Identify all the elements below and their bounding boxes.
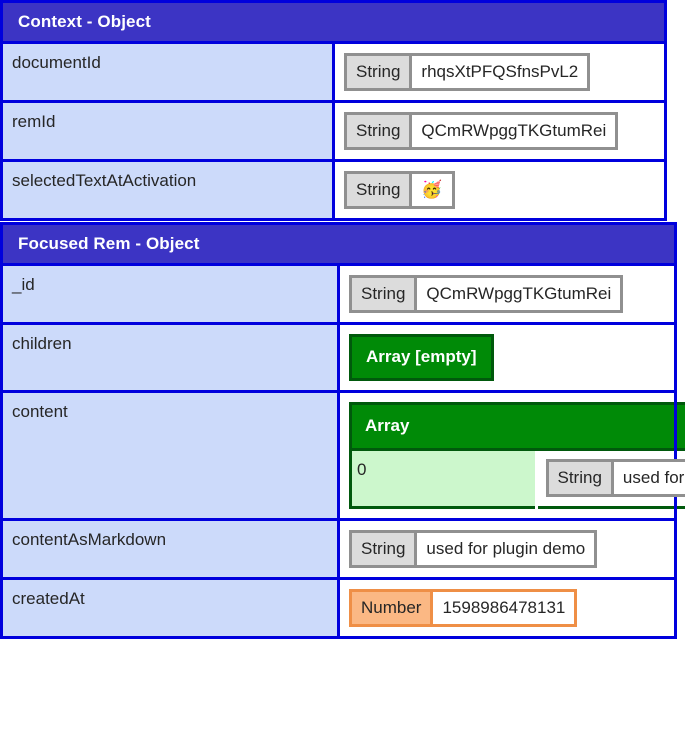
value-type-label: String (548, 462, 614, 494)
property-key: createdAt (0, 577, 340, 639)
string-value-badge[interactable]: String rhqsXtPFQSfnsPvL2 (344, 53, 591, 91)
table-row[interactable]: children Array [empty] (0, 322, 677, 393)
table-row[interactable]: content Array 0 String used for (0, 390, 685, 521)
string-value-badge[interactable]: String 🥳 (344, 171, 455, 209)
array-type-label: Array (350, 403, 685, 450)
table-row[interactable]: selectedTextAtActivation String 🥳 (0, 159, 667, 221)
property-value: String QCmRWpggTKGtumRei (337, 263, 677, 325)
empty-array-badge[interactable]: Array [empty] (349, 334, 494, 381)
array-header-row[interactable]: Array (350, 403, 685, 450)
value-type-label: String (347, 115, 413, 147)
value-text: rhqsXtPFQSfnsPvL2 (412, 56, 588, 88)
focused-rem-section-title: Focused Rem - Object (0, 222, 677, 266)
value-text: QCmRWpggTKGtumRei (412, 115, 616, 147)
value-type-label: String (352, 278, 418, 310)
property-value: String 🥳 (332, 159, 667, 221)
context-section-title: Context - Object (0, 0, 667, 44)
property-key: remId (0, 100, 335, 162)
value-type-label: Number (352, 592, 434, 624)
value-type-label: String (352, 533, 418, 565)
string-value-badge[interactable]: String used for plugin demo (349, 530, 598, 568)
property-key: selectedTextAtActivation (0, 159, 335, 221)
property-value: String rhqsXtPFQSfnsPvL2 (332, 41, 667, 103)
value-text: used for plugin demo (417, 533, 595, 565)
nested-array-table: Array 0 String used for plugin demo (349, 402, 685, 509)
property-key: children (0, 322, 340, 393)
property-value: String used for plugin demo (337, 518, 677, 580)
property-value: Array 0 String used for plugin demo (337, 390, 685, 521)
property-key: content (0, 390, 340, 521)
table-row[interactable]: remId String QCmRWpggTKGtumRei (0, 100, 667, 162)
string-value-badge[interactable]: String QCmRWpggTKGtumRei (349, 275, 624, 313)
array-item-index: 0 (350, 448, 536, 508)
array-item-value: String used for plugin demo (534, 448, 685, 508)
value-type-label: String (347, 174, 413, 206)
property-value: String QCmRWpggTKGtumRei (332, 100, 667, 162)
property-key: documentId (0, 41, 335, 103)
context-section-header-row[interactable]: Context - Object (0, 0, 667, 44)
string-value-badge[interactable]: String QCmRWpggTKGtumRei (344, 112, 619, 150)
string-value-badge[interactable]: String used for plugin demo (545, 459, 685, 497)
property-value: Array [empty] (337, 322, 677, 393)
array-item-row[interactable]: 0 String used for plugin demo (350, 448, 685, 508)
property-key: contentAsMarkdown (0, 518, 340, 580)
focused-rem-object-table: Focused Rem - Object _id String QCmRWpgg… (0, 222, 685, 639)
table-row[interactable]: contentAsMarkdown String used for plugin… (0, 518, 677, 580)
value-text: 1598986478131 (433, 592, 575, 624)
property-value: Number 1598986478131 (337, 577, 677, 639)
object-inspector: Context - Object documentId String rhqsX… (0, 0, 685, 746)
value-text: used for plugin demo (613, 462, 685, 494)
property-key: _id (0, 263, 340, 325)
table-row[interactable]: createdAt Number 1598986478131 (0, 577, 677, 639)
value-type-label: String (347, 56, 413, 88)
number-value-badge[interactable]: Number 1598986478131 (349, 589, 578, 627)
table-row[interactable]: documentId String rhqsXtPFQSfnsPvL2 (0, 41, 667, 103)
table-row[interactable]: _id String QCmRWpggTKGtumRei (0, 263, 677, 325)
partying-face-emoji: 🥳 (412, 174, 452, 206)
value-text: QCmRWpggTKGtumRei (417, 278, 621, 310)
focused-rem-section-header-row[interactable]: Focused Rem - Object (0, 222, 677, 266)
context-object-table: Context - Object documentId String rhqsX… (0, 0, 667, 221)
